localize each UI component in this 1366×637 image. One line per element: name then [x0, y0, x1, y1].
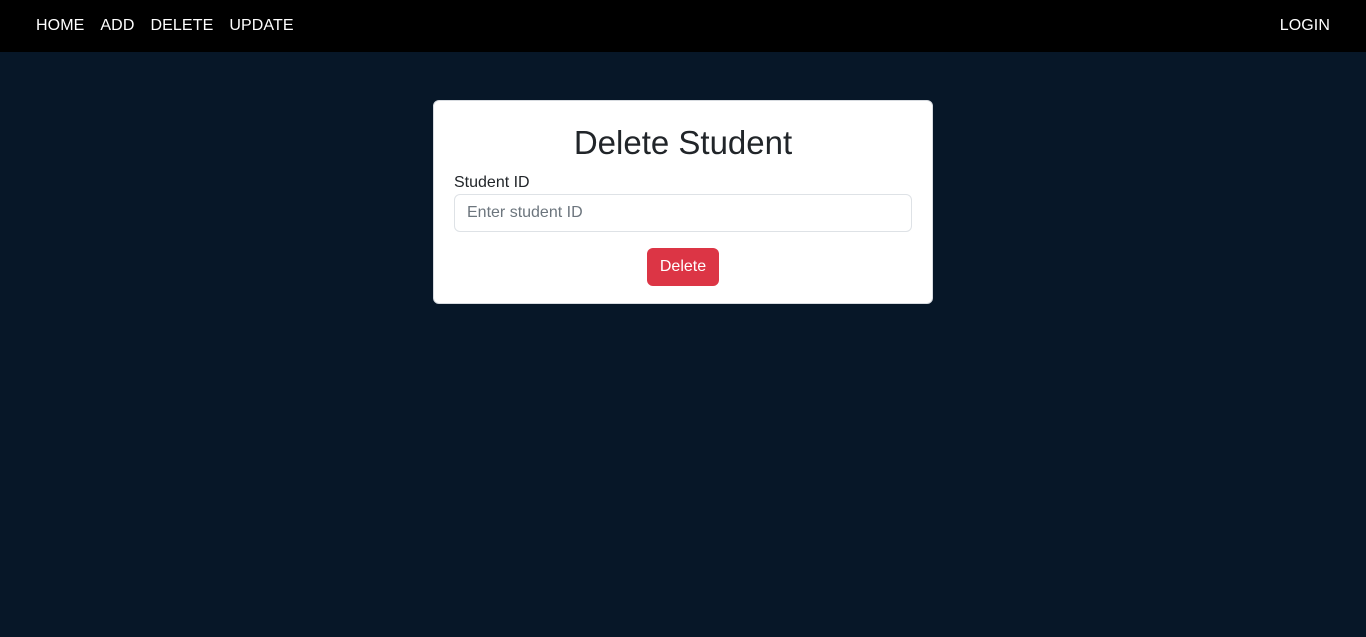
nav-right: LOGIN — [1280, 17, 1330, 35]
nav-link-delete[interactable]: DELETE — [151, 17, 214, 35]
button-row: Delete — [454, 248, 912, 286]
top-navbar: HOME ADD DELETE UPDATE LOGIN — [0, 0, 1366, 52]
nav-link-update[interactable]: UPDATE — [229, 17, 293, 35]
student-id-input[interactable] — [454, 194, 912, 232]
page-title: Delete Student — [573, 124, 793, 161]
nav-links: HOME ADD DELETE UPDATE — [36, 17, 294, 35]
delete-student-card: Delete Student Student ID Delete — [433, 100, 933, 304]
nav-link-login[interactable]: LOGIN — [1280, 17, 1330, 35]
delete-button[interactable]: Delete — [646, 248, 720, 286]
nav-link-home[interactable]: HOME — [36, 17, 84, 35]
student-id-label: Student ID — [454, 174, 530, 191]
nav-link-add[interactable]: ADD — [100, 17, 134, 35]
